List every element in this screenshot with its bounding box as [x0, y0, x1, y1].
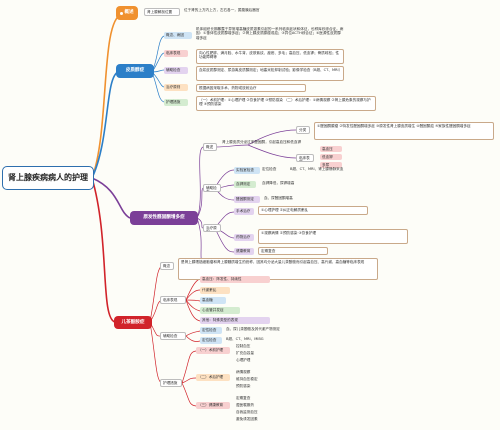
node-ald-e4: 定位检查 — [262, 167, 277, 171]
branch-catecholamine-label: 儿茶酚胺症 — [121, 319, 145, 325]
text-cortisol-overview: 机体组织长期暴露于异常增高糖皮质激素引起的一系列临床症状和体征，也称库欣综合征。… — [196, 27, 344, 40]
node-ald-t2: 药物治疗 — [234, 234, 254, 241]
text-cortisol-clinical: 向心性肥胖、满月脸、水牛背、皮肤紫纹、痤疮、多毛；高血压、低血钾；骨质疏松；性功… — [196, 49, 344, 64]
node-cat-exam[interactable]: 辅助检查 — [160, 332, 186, 340]
node-cat-p1c: 心理护理 — [236, 358, 251, 362]
node-cat-c2: 代谢紊乱 — [200, 287, 230, 294]
node-ald-classify[interactable]: 分类 — [296, 126, 310, 134]
branch-aldosteronism-label: 原发性醛固酮增多症 — [143, 215, 185, 220]
text-ald-e3: 血、尿醛固酮增高 — [264, 196, 293, 200]
node-ald-t1: 手术治疗 — [234, 208, 254, 215]
text-ald-concept: 肾上腺皮质分泌过多醛固酮，引起高血压和低血钾 — [222, 140, 302, 144]
branch-catecholamine[interactable]: 儿茶酚胺症 — [114, 316, 152, 329]
text-cortisol-treatment: 根据病因采取手术、药物或放射治疗 — [196, 84, 306, 92]
branch-overview-label: 概述 — [124, 10, 134, 15]
node-cat-e1: 定性检查 — [200, 327, 222, 334]
branch-cortisol[interactable]: 皮质醇症 — [116, 64, 154, 78]
branch-aldosteronism[interactable]: 原发性醛固酮增多症 — [130, 211, 198, 225]
node-ald-t3: 健康教育 — [234, 248, 254, 255]
node-cat-p2b: 维持血压稳定 — [236, 377, 258, 381]
node-ald-clinical[interactable]: 临床表现 — [296, 154, 314, 162]
node-cat-p3[interactable]: （三）健康教育 — [196, 402, 230, 409]
text-ald-t2: ①观察病情 ②预防感染 ③饮食护理 — [258, 229, 408, 244]
node-cat-p1b: 扩充血容量 — [236, 351, 254, 355]
tag-cortisol-care[interactable]: 护理措施 — [164, 99, 188, 106]
text-ald-e2: 血钾降低，尿钾增高 — [262, 181, 295, 185]
node-cat-p1a: 控制血压 — [236, 344, 251, 348]
node-cat-clinical[interactable]: 临床表现 — [160, 296, 186, 304]
node-cat-care[interactable]: 护理措施 — [160, 379, 182, 387]
node-ald-overview[interactable]: 概述 — [203, 143, 217, 151]
text-cortisol-exam: 血浆皮质醇测定、尿游离皮质醇测定；地塞米松抑制试验；影像学检查（B超、CT、MR… — [196, 66, 344, 81]
text-ald-e4: B超、CT、MRI、肾上腺静脉采血 — [290, 167, 344, 171]
node-cat-p2a: 病情观察 — [236, 370, 251, 374]
node-adrenal-location-text: 位于肾的上方内上方，左右各一，属腹膜后器官 — [184, 8, 260, 12]
node-ald-treatment[interactable]: 治疗原则 — [203, 224, 221, 232]
branch-cortisol-label: 皮质醇症 — [125, 68, 145, 73]
text-cat-e2: B超、CT、MRI、MIBG — [226, 337, 264, 341]
node-cat-p1[interactable]: （一）术前护理 — [196, 347, 230, 354]
node-cat-p3a: 定期复查 — [236, 396, 251, 400]
node-ald-e3: 醛固酮测定 — [234, 196, 260, 203]
node-adrenal-location[interactable]: 肾上腺解剖位置 — [144, 8, 180, 16]
text-cortisol-care: （一）术前护理：①心理护理 ②饮食护理 ③预防感染 （二）术后护理：①病情观察 … — [196, 96, 376, 111]
tag-cortisol-treatment[interactable]: 治疗原则 — [164, 84, 188, 91]
text-ald-classify: ①醛固酮腺瘤 ②特发性醛固酮增多症 ③原发性肾上腺皮质增生 ④醛固酮癌 ⑤家族性… — [314, 122, 494, 140]
text-cat-e1: 血、尿儿茶酚胺及其代谢产物测定 — [226, 327, 280, 331]
node-cat-concept[interactable]: 概念 — [160, 262, 174, 270]
tag-cortisol-overview[interactable]: 概念、病因 — [164, 32, 192, 39]
node-cat-p3d: 避免诱发因素 — [236, 417, 258, 421]
tag-cortisol-exam[interactable]: 辅助检查 — [164, 67, 188, 74]
connector-lines — [91, 13, 297, 407]
tag-cortisol-clinical[interactable]: 临床表现 — [164, 50, 188, 57]
node-cat-c1: 高血压：阵发性、持续性 — [200, 276, 270, 283]
node-cat-c4: 心血管并发症 — [200, 307, 240, 314]
node-cat-p3b: 遵医嘱服药 — [236, 403, 254, 407]
node-cat-c3: 高血糖 — [200, 297, 226, 304]
node-ald-e2: 血钾测定 — [234, 181, 256, 188]
text-ald-t3: 定期复查 — [258, 247, 328, 255]
circle-icon — [120, 11, 124, 15]
node-cat-p2[interactable]: （二）术后护理 — [196, 374, 230, 381]
text-ald-t1: ①心理护理 ②纠正电解质紊乱 — [258, 206, 368, 215]
node-ald-e1: 实验室检查 — [234, 167, 260, 174]
node-ald-exam[interactable]: 辅助检查 — [203, 184, 221, 192]
node-ald-c2: 低血钾 — [320, 154, 342, 160]
node-cat-e2: 定位检查 — [200, 337, 222, 344]
node-cat-p3c: 自我监测血压 — [236, 410, 258, 414]
root-topic[interactable]: 肾上腺疾病病人的护理 — [2, 166, 94, 190]
node-cat-p2c: 预防感染 — [236, 384, 251, 388]
branch-overview[interactable]: 概述 — [116, 6, 138, 20]
node-ald-c1: 高血压 — [320, 146, 342, 152]
node-cat-c5: 其他：特殊类型的表现 — [200, 317, 270, 324]
